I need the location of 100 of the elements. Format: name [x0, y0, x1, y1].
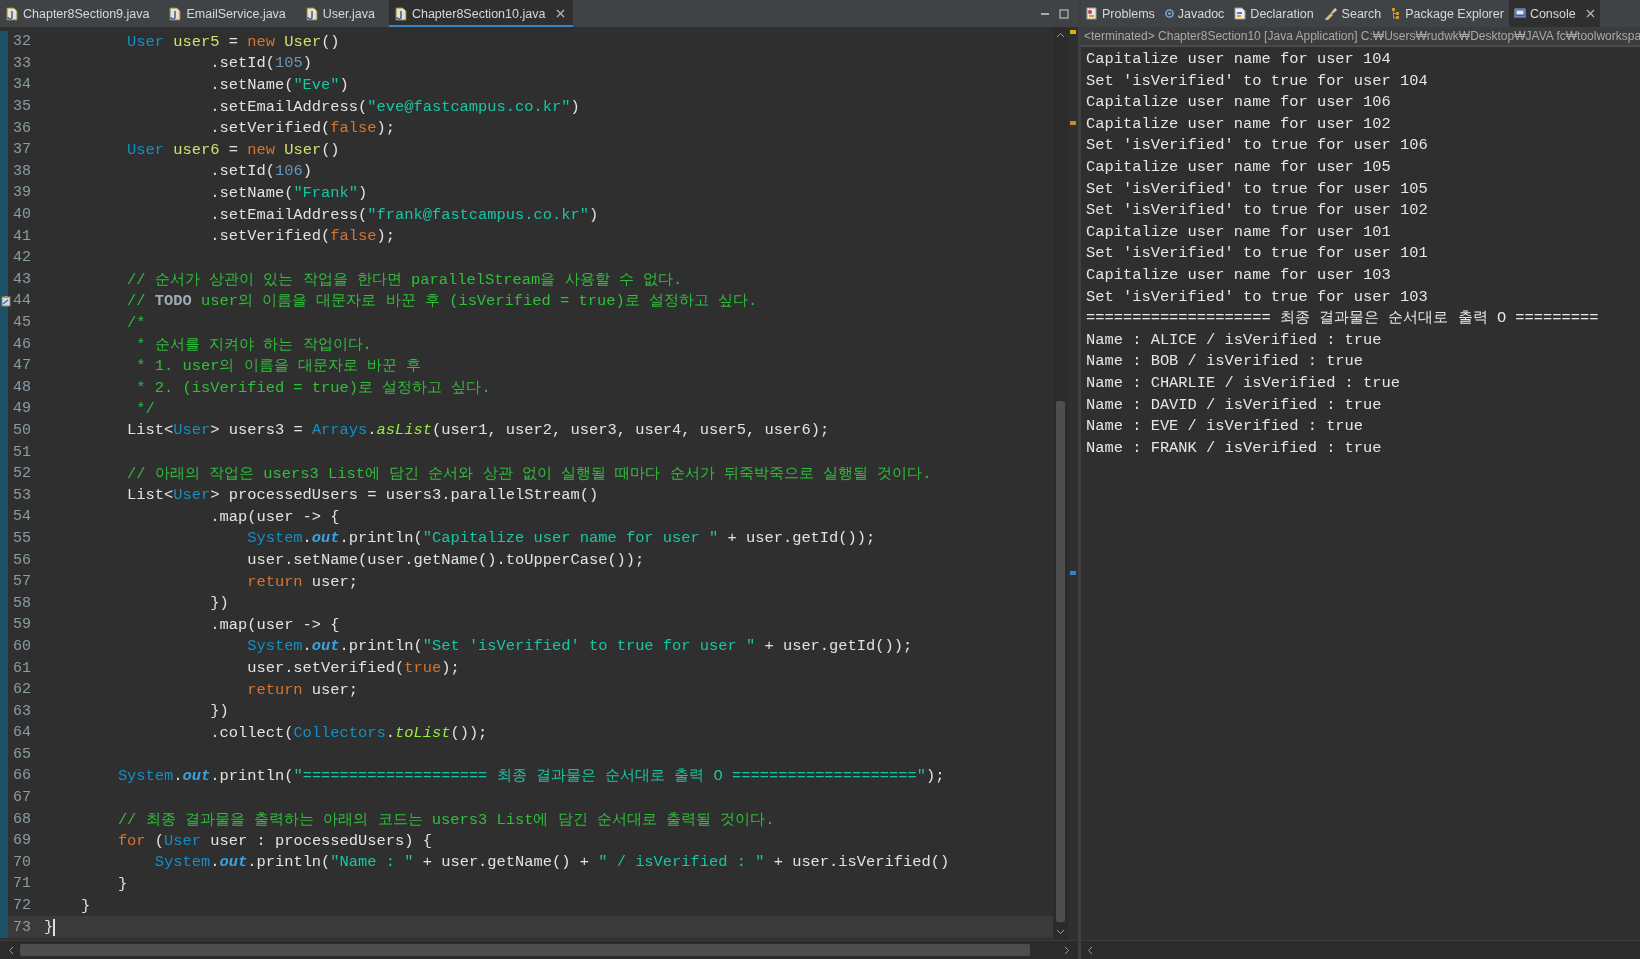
line-number: 58 [13, 594, 31, 612]
scrollbar-thumb[interactable] [20, 944, 1030, 956]
console-output-line: Capitalize user name for user 103 [1086, 264, 1392, 286]
line-number: 55 [13, 529, 31, 547]
code-line: .setId(106) [209, 162, 312, 181]
line-number: 70 [13, 853, 31, 871]
java-file-icon [305, 6, 318, 21]
line-number: 45 [13, 314, 31, 331]
code-line: System.out.println("Set 'isVerified' to true for user " + user.getId()); [246, 637, 913, 656]
tab-label: EmailService.java [186, 6, 286, 21]
code-line: } [44, 918, 54, 937]
tab-label: Declaration [1250, 6, 1314, 21]
scroll-up-icon[interactable] [1056, 32, 1065, 38]
line-number: 38 [13, 162, 31, 180]
code-line: return user; [246, 572, 359, 591]
line-number: 67 [13, 789, 31, 807]
code-line: System.out.println("==================== 최종 결과물은 순서대로 출력 O ===================="); [116, 766, 945, 787]
console-output-line: Name : CHARLIE / isVerified : true [1086, 372, 1402, 394]
console-output-line: Name : EVE / isVerified : true [1086, 416, 1365, 438]
line-number: 65 [13, 745, 31, 763]
code-line: }) [209, 702, 229, 721]
console-output-line: Set 'isVerified' to true for user 103 [1086, 286, 1429, 308]
code-line: .setName("Frank") [209, 183, 368, 202]
line-number: 50 [13, 422, 31, 439]
line-number: 42 [13, 249, 31, 267]
tab-label: User.java [322, 6, 375, 21]
code-line: user.setVerified(true); [246, 659, 460, 677]
line-number: 60 [13, 637, 31, 655]
console-output-line: ==================== 최종 결과물은 순서대로 출력 O ========= [1086, 308, 1600, 330]
console-output-line: Name : BOB / isVerified : true [1086, 351, 1365, 373]
monitor-icon [1513, 8, 1526, 19]
line-number: 37 [13, 141, 31, 159]
line-number: 57 [13, 573, 31, 591]
line-number: 59 [13, 616, 31, 634]
view-tab[interactable]: Search [1318, 0, 1387, 27]
horizontal-scrollbar[interactable] [1081, 940, 1640, 959]
line-number: 39 [13, 184, 31, 202]
java-file-icon [169, 6, 182, 21]
package-tree-icon [1391, 7, 1402, 20]
vertical-scrollbar[interactable] [1053, 27, 1068, 940]
code-line: .map(user -> { [209, 615, 340, 634]
line-number: 44 [13, 292, 31, 310]
code-line: * 2. (isVerified = true)로 설정하고 싶다. [135, 377, 491, 398]
code-line: // 최종 결과물을 출력하는 아래의 코드는 users3 List에 담긴 순서대로 출력될 것이다. [116, 809, 775, 830]
horizontal-scrollbar[interactable] [0, 940, 1078, 959]
scroll-down-icon[interactable] [1056, 929, 1065, 935]
close-icon[interactable] [1585, 9, 1595, 18]
console-output-line: Name : FRANK / isVerified : true [1086, 437, 1383, 459]
console-output-line: Capitalize user name for user 101 [1086, 221, 1392, 243]
line-number: 69 [13, 832, 31, 850]
console-output-line: Capitalize user name for user 102 [1086, 113, 1392, 135]
line-number: 46 [13, 335, 31, 353]
line-number: 49 [13, 400, 31, 418]
code-line: .setVerified(false); [209, 119, 395, 138]
view-tab[interactable]: Javadoc [1159, 0, 1230, 27]
line-number: 43 [13, 270, 31, 288]
editor-tab[interactable]: Chapter8Section9.java [0, 0, 164, 27]
code-line: user.setName(user.getName().toUpperCase()); [246, 551, 645, 570]
editor-tab[interactable]: User.java [299, 0, 389, 27]
editor-tab[interactable]: Chapter8Section10.java [388, 0, 574, 27]
code-line: } [116, 874, 128, 893]
code-line: return user; [246, 680, 359, 699]
console-output-line: Set 'isVerified' to true for user 105 [1086, 178, 1429, 200]
close-icon[interactable] [556, 9, 566, 18]
line-number: 34 [13, 76, 31, 94]
code-line: * 순서를 지켜야 하는 작업이다. [135, 334, 372, 355]
tab-label: Search [1341, 6, 1382, 21]
code-line: // 아래의 작업은 users3 List에 담긴 순서와 상관 없이 실행될 때마다 순서가 뒤죽박죽으로 실행될 것이다. [126, 464, 932, 485]
code-line: .setEmailAddress("frank@fastcampus.co.kr") [209, 205, 599, 224]
code-line: .setVerified(false); [209, 227, 395, 246]
editor-tab[interactable]: EmailService.java [163, 0, 300, 27]
warning-list-icon [1086, 7, 1098, 20]
line-number: 68 [13, 810, 31, 828]
console-output-line: Set 'isVerified' to true for user 104 [1086, 70, 1429, 92]
code-line: .setId(105) [209, 54, 312, 73]
tab-label: Chapter8Section9.java [23, 6, 150, 21]
code-line: for (User user : processedUsers) { [116, 831, 432, 850]
code-line: System.out.println("Capitalize user name for user " + user.getId()); [246, 529, 876, 548]
view-tab[interactable]: Problems [1081, 0, 1160, 27]
text-cursor [53, 918, 55, 936]
code-line: } [79, 896, 91, 915]
code-line: User user6 = new User() [126, 140, 340, 159]
view-tab[interactable]: Console [1508, 0, 1600, 27]
line-number: 32 [13, 33, 31, 51]
scroll-right-icon[interactable] [1064, 945, 1070, 955]
view-tab[interactable]: Package Explorer [1386, 0, 1509, 27]
console-output-line: Set 'isVerified' to true for user 102 [1086, 200, 1429, 222]
code-line: // TODO user의 이름을 대문자로 바꾼 후 (isVerified = true)로 설정하고 싶다. [126, 291, 758, 312]
maximize-icon[interactable] [1059, 8, 1069, 19]
code-line: * 1. user의 이름을 대문자로 바꾼 후 [135, 356, 422, 377]
line-number: 35 [13, 98, 31, 116]
line-number: 56 [13, 551, 31, 569]
tab-label: Package Explorer [1405, 6, 1504, 21]
view-tab[interactable]: Declaration [1229, 0, 1319, 27]
console-output-line: Set 'isVerified' to true for user 101 [1086, 243, 1429, 265]
scroll-left-icon[interactable] [8, 945, 14, 955]
scroll-left-icon[interactable] [1087, 945, 1093, 955]
code-line: List<User> processedUsers = users3.parallelStream() [126, 486, 599, 505]
scrollbar-thumb[interactable] [1056, 401, 1065, 922]
line-number: 72 [13, 897, 31, 915]
